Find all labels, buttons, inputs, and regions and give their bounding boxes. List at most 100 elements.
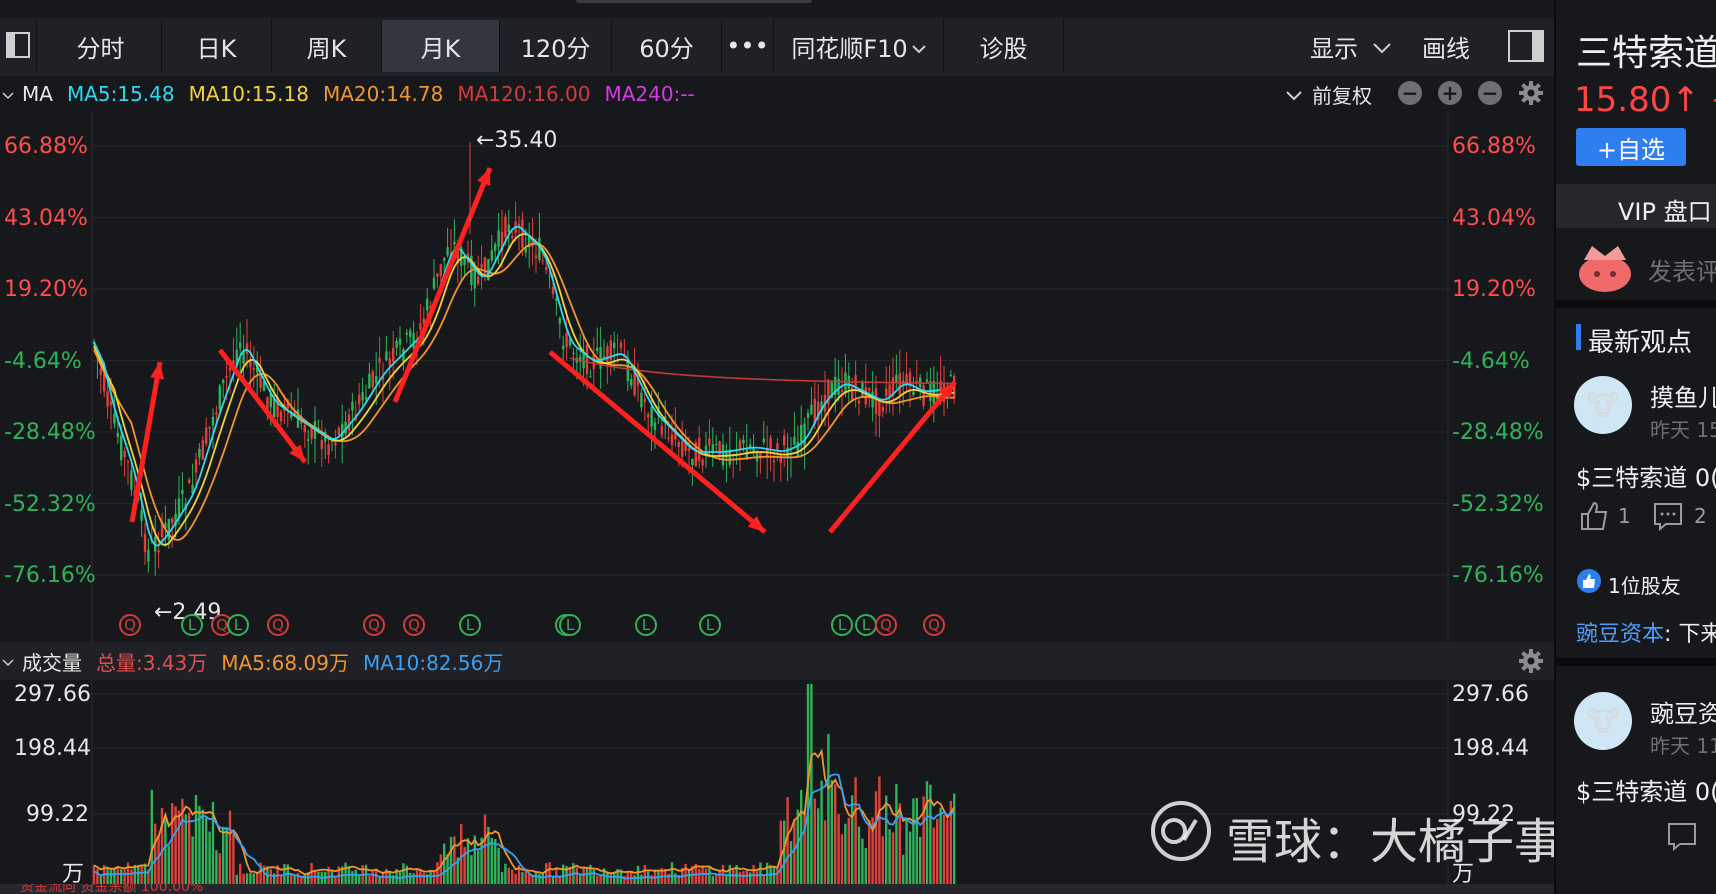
- ma-name[interactable]: MA: [22, 82, 53, 106]
- volume-bar: [432, 870, 436, 884]
- tab-daily-k[interactable]: 日K: [162, 20, 272, 72]
- collapse-check-icon[interactable]: [2, 82, 14, 106]
- post-author[interactable]: 摸鱼儿: [1650, 378, 1716, 413]
- candle-body: [412, 332, 415, 348]
- settings-gear-icon[interactable]: [1518, 80, 1544, 110]
- signal-q-marker[interactable]: Q: [363, 614, 385, 636]
- candle-body: [439, 264, 442, 277]
- collapse-check-icon[interactable]: [2, 649, 14, 673]
- signal-l-marker[interactable]: L: [855, 614, 877, 636]
- stock-sidebar: 三特索道 15.80↑ + +自选 VIP 盘口 发表评 最新观点 🐮 摸鱼儿 …: [1554, 0, 1716, 894]
- volume-bar: [698, 868, 701, 884]
- friend-comment[interactable]: 豌豆资本: 下来: [1576, 616, 1716, 648]
- candle-body: [395, 340, 398, 348]
- draw-line-button[interactable]: 画线: [1422, 20, 1470, 72]
- post-author-avatar-icon[interactable]: 🐮: [1574, 376, 1632, 434]
- signal-l-marker[interactable]: L: [635, 614, 657, 636]
- post-content[interactable]: $三特索道 0(: [1576, 772, 1716, 807]
- price-tick-label: 19.20%: [4, 277, 88, 302]
- tab-f10[interactable]: 同花顺F10: [774, 20, 944, 72]
- zoom-out-icon[interactable]: −: [1398, 81, 1422, 105]
- volume-name[interactable]: 成交量: [22, 647, 82, 676]
- next-indicator-strip[interactable]: 资金流向 资金余额 100.00%: [0, 884, 1554, 894]
- tab-diagnose[interactable]: 诊股: [944, 20, 1064, 72]
- volume-bar: [732, 869, 735, 884]
- add-watchlist-button[interactable]: +自选: [1576, 128, 1686, 166]
- post-author-avatar-icon[interactable]: 🐮: [1574, 692, 1632, 750]
- post-content[interactable]: $三特索道 0(: [1576, 458, 1716, 493]
- volume-bar: [296, 872, 300, 884]
- signal-q-marker[interactable]: Q: [267, 614, 289, 636]
- tab-label: 分时: [76, 34, 125, 63]
- candle-body: [718, 441, 721, 456]
- signal-l-marker[interactable]: L: [559, 614, 581, 636]
- tab-more[interactable]: •••: [722, 20, 774, 72]
- volume-bar: [857, 826, 861, 884]
- volume-settings-gear-icon[interactable]: [1518, 648, 1544, 678]
- candle-body: [181, 489, 184, 494]
- sidebar-toggle-icon[interactable]: [0, 20, 37, 70]
- signal-l-marker[interactable]: L: [227, 614, 249, 636]
- divider: [1556, 658, 1716, 666]
- user-avatar-icon[interactable]: [1576, 238, 1634, 298]
- trend-arrow-line: [218, 348, 307, 464]
- like-icon[interactable]: [1578, 500, 1610, 536]
- volume-bar: [888, 829, 891, 884]
- signal-q-marker[interactable]: Q: [923, 614, 945, 636]
- signal-l-marker[interactable]: L: [459, 614, 481, 636]
- chevron-down-icon: [1286, 82, 1302, 106]
- volume-axis-mid-right: 198.44: [1452, 736, 1529, 761]
- chevron-down-icon: [1372, 32, 1392, 60]
- candle-body: [613, 342, 616, 349]
- candle-body: [201, 440, 204, 460]
- post-time: 昨天 11: [1650, 734, 1716, 758]
- tab-weekly-k[interactable]: 周K: [272, 20, 382, 72]
- adjust-dropdown[interactable]: 前复权: [1286, 76, 1372, 112]
- volume-bar: [511, 869, 514, 884]
- candle-body: [589, 376, 592, 378]
- tab-monthly-k[interactable]: 月K: [382, 20, 500, 72]
- volume-bar: [239, 863, 242, 884]
- collapse-icon[interactable]: −: [1478, 81, 1502, 105]
- signal-l-marker[interactable]: L: [699, 614, 721, 636]
- display-menu[interactable]: 显示: [1310, 20, 1392, 72]
- tab-120min[interactable]: 120分: [500, 20, 612, 72]
- signal-l-marker[interactable]: L: [181, 614, 203, 636]
- comment-icon[interactable]: [1666, 820, 1698, 856]
- candle-body: [279, 411, 283, 422]
- volume-bar: [436, 862, 439, 884]
- candle-body: [443, 257, 446, 261]
- volume-bar: [150, 789, 153, 884]
- candle-body: [670, 434, 674, 445]
- volume-bar: [422, 872, 425, 884]
- candle-body: [898, 373, 901, 395]
- comment-icon[interactable]: [1652, 500, 1684, 536]
- volume-bar: [925, 781, 929, 884]
- signal-q-marker[interactable]: Q: [119, 614, 141, 636]
- candle-body: [551, 286, 555, 294]
- volume-bar: [490, 837, 493, 884]
- tab-intraday[interactable]: 分时: [40, 20, 162, 72]
- zoom-in-icon[interactable]: +: [1438, 81, 1462, 105]
- volume-bar: [878, 776, 881, 884]
- signal-q-marker[interactable]: Q: [403, 614, 425, 636]
- signal-l-marker[interactable]: L: [831, 614, 853, 636]
- post-input[interactable]: 发表评: [1648, 252, 1716, 287]
- candle-body: [562, 345, 565, 350]
- candle-body: [320, 440, 323, 450]
- volume-bar: [521, 872, 524, 884]
- volume-bar: [861, 838, 864, 884]
- friend-comment-user[interactable]: 豌豆资本: [1576, 622, 1664, 647]
- price-tick-label: 19.20%: [1452, 277, 1536, 302]
- signal-q-marker[interactable]: Q: [875, 614, 897, 636]
- volume-bar: [704, 868, 708, 884]
- candle-body: [361, 392, 364, 401]
- kline-chart[interactable]: 66.88% 43.04% 19.20% -4.64% -28.48% -52.32% -7…: [0, 112, 1554, 642]
- panel-layout-icon[interactable]: [1508, 20, 1544, 72]
- volume-bar: [667, 873, 670, 884]
- tab-60min[interactable]: 60分: [612, 20, 722, 72]
- candle-body: [123, 450, 126, 458]
- vip-panel-header[interactable]: VIP 盘口: [1556, 184, 1716, 228]
- post-author[interactable]: 豌豆资: [1650, 694, 1716, 729]
- candle-body: [198, 448, 201, 458]
